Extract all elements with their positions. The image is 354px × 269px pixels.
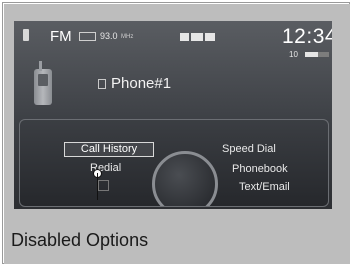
status-indicators [180,33,217,51]
speed-dial-button[interactable]: Speed Dial [222,143,276,155]
phonebook-button[interactable]: Phonebook [232,163,288,175]
text-email-button[interactable]: Text/Email [239,181,290,193]
call-history-button[interactable]: Call History [64,142,154,157]
rds-icon [79,32,96,41]
handset-icon [34,61,52,105]
disabled-option-item [98,180,109,191]
disabled-options-label: Disabled Options [11,230,149,250]
frequency-unit: MHz [121,34,134,40]
phone-menu-panel: Call History Redial Speed Dial Phonebook… [19,119,329,207]
signal-bar [305,52,329,57]
callout-line [97,173,98,200]
device-name: Phone#1 [111,75,172,92]
phone-status-icon [23,29,29,41]
band-label: FM [50,28,72,45]
selector-knob[interactable] [152,151,218,206]
signal-level: 10 [289,50,298,59]
status-bar: FM 93.0 MHz 12:34 10 [14,21,332,59]
phone-icon [98,79,106,89]
audio-display-screen: FM 93.0 MHz 12:34 10 Phone#1 Call Histor… [14,21,332,209]
clock: 12:34 [282,25,332,48]
frequency-label: 93.0 [100,31,118,41]
